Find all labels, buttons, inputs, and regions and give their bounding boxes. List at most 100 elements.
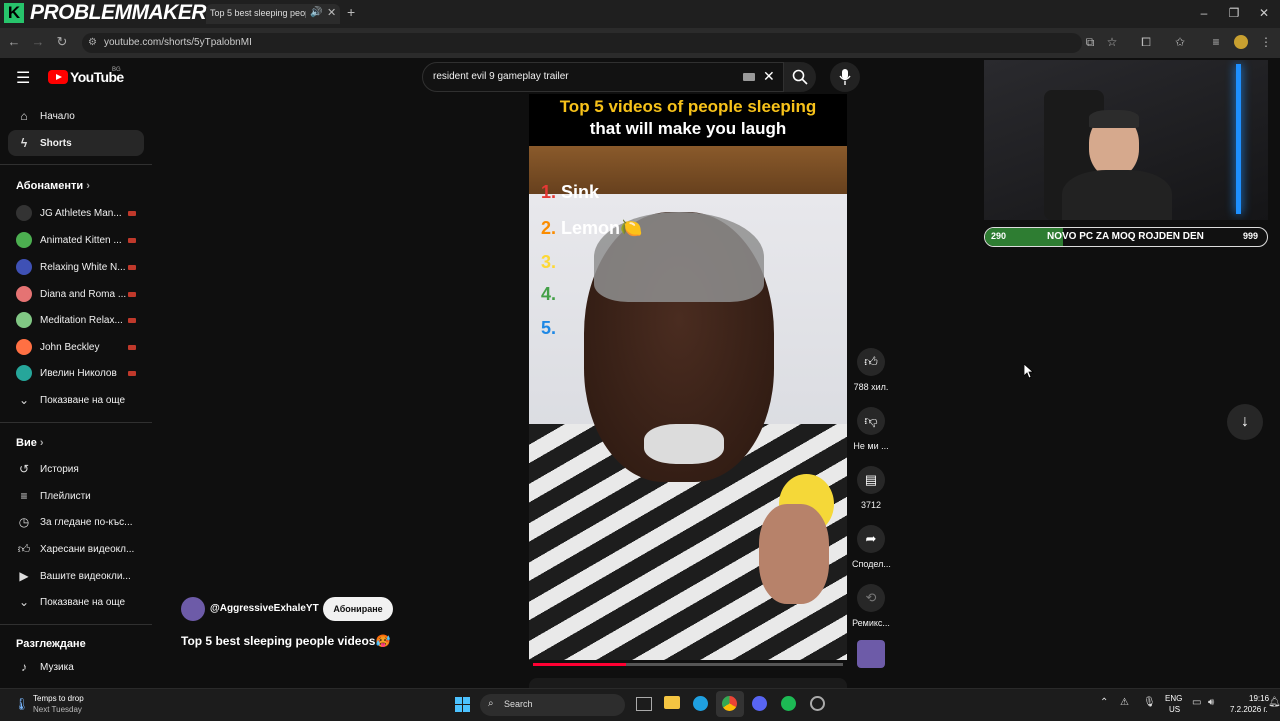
- sidebar-item-playlists[interactable]: ≡ Плейлисти: [8, 483, 144, 509]
- sidebar-item-history[interactable]: ↺ История: [8, 456, 144, 482]
- next-short-button[interactable]: ↓: [1227, 404, 1263, 440]
- live-indicator-icon: [128, 370, 136, 376]
- dislike-button[interactable]: 👎︎ Не ми ...: [852, 407, 890, 451]
- audio-source-thumbnail[interactable]: [857, 640, 885, 668]
- spotify-icon[interactable]: [781, 696, 796, 711]
- sidebar-item-label: Ивелин Николов: [40, 367, 117, 379]
- thermometer-icon[interactable]: 🌡︎: [14, 697, 29, 711]
- sidebar-item-watch-later[interactable]: ◷ За гледане по-къс...: [8, 509, 144, 535]
- sidebar-divider: [0, 624, 152, 625]
- sidebar-item-label: Meditation Relax...: [40, 314, 123, 326]
- music-icon: ♪: [21, 660, 27, 674]
- thumbs-up-icon: 👍︎: [857, 348, 885, 376]
- shorts-icon: ϟ: [20, 136, 28, 150]
- discord-icon[interactable]: [752, 696, 767, 711]
- channel-name[interactable]: @AggressiveExhaleYT: [210, 603, 319, 614]
- media-control-icon[interactable]: ≡: [1208, 34, 1224, 50]
- tab-close-icon[interactable]: ✕: [327, 6, 336, 19]
- clock-date[interactable]: 7.2.2026 г.: [1230, 705, 1268, 714]
- video-progress-track[interactable]: [533, 663, 843, 666]
- url-field[interactable]: ⚙ youtube.com/shorts/5yTpalobnMI: [82, 33, 1082, 53]
- you-heading[interactable]: Вие ›: [16, 437, 44, 449]
- avatar: [16, 312, 32, 328]
- sidebar-sub-5[interactable]: Meditation Relax...: [8, 307, 144, 333]
- sidebar-item-your-videos[interactable]: ▶ Вашите видеокли...: [8, 563, 144, 589]
- profile-avatar[interactable]: [1234, 35, 1248, 49]
- speaker-icon[interactable]: 🔊: [310, 7, 322, 18]
- clock-icon: ◷: [18, 515, 30, 529]
- language-line1[interactable]: ENG: [1165, 694, 1182, 703]
- keyboard-icon[interactable]: [743, 73, 755, 81]
- active-tab[interactable]: Top 5 best sleeping people 🔊 ✕: [206, 4, 340, 24]
- remix-button[interactable]: ⟲ Ремикс...: [852, 584, 890, 628]
- show-more-you[interactable]: ⌄ Показване на още: [8, 589, 144, 615]
- sidebar-sub-3[interactable]: Relaxing White N...: [8, 254, 144, 280]
- search-button[interactable]: [784, 62, 816, 92]
- task-view-icon[interactable]: [636, 697, 652, 711]
- goal-text: NOVO PC ZA MOQ ROJDEN DEN: [1047, 231, 1204, 242]
- bookmark-star-icon[interactable]: ☆: [1104, 34, 1120, 50]
- sidebar-sub-6[interactable]: John Beckley: [8, 334, 144, 360]
- notifications-icon[interactable]: 🔔︎: [1268, 697, 1280, 708]
- restore-icon[interactable]: ❐: [1227, 6, 1241, 20]
- search-input[interactable]: resident evil 9 gameplay trailer: [433, 71, 569, 82]
- hamburger-menu-icon[interactable]: ☰: [16, 68, 30, 88]
- mic-tray-icon[interactable]: 🎙︎: [1143, 697, 1156, 708]
- site-info-icon[interactable]: ⚙: [88, 33, 97, 53]
- comments-button[interactable]: ▤ 3712: [852, 466, 890, 510]
- favorites-icon[interactable]: ✩: [1172, 34, 1188, 50]
- steam-icon[interactable]: [810, 696, 825, 711]
- tray-chevron-up-icon[interactable]: ⌃: [1100, 697, 1108, 708]
- share-button[interactable]: ➦ Сподел...: [852, 525, 891, 569]
- live-indicator-icon: [128, 264, 136, 270]
- window-close-icon[interactable]: ✕: [1257, 6, 1271, 20]
- chevron-down-icon: ⌄: [18, 595, 30, 609]
- edge-icon[interactable]: [693, 696, 708, 711]
- subscriptions-heading[interactable]: Абонаменти ›: [16, 180, 90, 192]
- minimize-icon[interactable]: –: [1197, 6, 1211, 20]
- search-box[interactable]: resident evil 9 gameplay trailer ✕: [422, 62, 784, 92]
- menu-dots-icon[interactable]: ⋮: [1258, 34, 1274, 50]
- sidebar-item-label: Показване на още: [40, 596, 126, 608]
- windows-start-icon[interactable]: [455, 697, 470, 712]
- forward-icon[interactable]: →: [30, 34, 46, 50]
- reload-icon[interactable]: ↻: [54, 34, 70, 50]
- voice-search-button[interactable]: [830, 62, 860, 92]
- language-line2[interactable]: US: [1169, 705, 1180, 714]
- back-icon[interactable]: ←: [6, 34, 22, 50]
- sidebar-sub-2[interactable]: Animated Kitten ...: [8, 227, 144, 253]
- next-short-preview[interactable]: [529, 678, 847, 688]
- sidebar-item-liked[interactable]: 👍︎ Харесани видеокл...: [8, 536, 144, 562]
- avatar: [16, 339, 32, 355]
- taskbar-search[interactable]: ⌕ Search: [480, 694, 625, 716]
- show-more-subscriptions[interactable]: ⌄ Показване на още: [8, 387, 144, 413]
- video-caption[interactable]: Top 5 best sleeping people videos🥵: [181, 634, 390, 648]
- clear-search-icon[interactable]: ✕: [763, 68, 775, 85]
- extensions-icon[interactable]: ⧠: [1138, 34, 1154, 50]
- sidebar-item-shorts[interactable]: ϟ Shorts: [8, 130, 144, 156]
- avatar: [16, 365, 32, 381]
- sidebar-item-music[interactable]: ♪ Музика: [8, 654, 144, 680]
- list-item: 5.: [541, 318, 557, 338]
- chrome-icon[interactable]: [722, 696, 737, 711]
- display-icon[interactable]: ▭: [1192, 697, 1201, 708]
- sidebar-sub-4[interactable]: Diana and Roma ...: [8, 281, 144, 307]
- like-button[interactable]: 👍︎ 788 хил.: [852, 348, 890, 392]
- sidebar-item-home[interactable]: ⌂ Начало: [8, 103, 144, 129]
- sidebar-sub-1[interactable]: JG Athletes Man...: [8, 200, 144, 226]
- weather-title[interactable]: Temps to drop: [33, 694, 84, 703]
- install-app-icon[interactable]: ⧉: [1082, 34, 1098, 50]
- sidebar-divider: [0, 164, 152, 165]
- short-video-player[interactable]: Top 5 videos of people sleeping that wil…: [529, 94, 847, 660]
- subscribe-button[interactable]: Абониране: [323, 597, 393, 621]
- new-tab-icon[interactable]: +: [347, 4, 355, 20]
- like-icon: 👍︎: [17, 541, 31, 556]
- weather-subtitle[interactable]: Next Tuesday: [33, 705, 82, 714]
- clock-time[interactable]: 19:16: [1249, 694, 1269, 703]
- network-off-icon[interactable]: ⚠: [1120, 697, 1129, 708]
- sidebar-sub-7[interactable]: Ивелин Николов: [8, 360, 144, 386]
- volume-icon[interactable]: 🔊︎: [1208, 697, 1214, 708]
- youtube-logo-icon[interactable]: [48, 70, 68, 84]
- file-explorer-icon[interactable]: [664, 696, 680, 709]
- channel-avatar[interactable]: [181, 597, 205, 621]
